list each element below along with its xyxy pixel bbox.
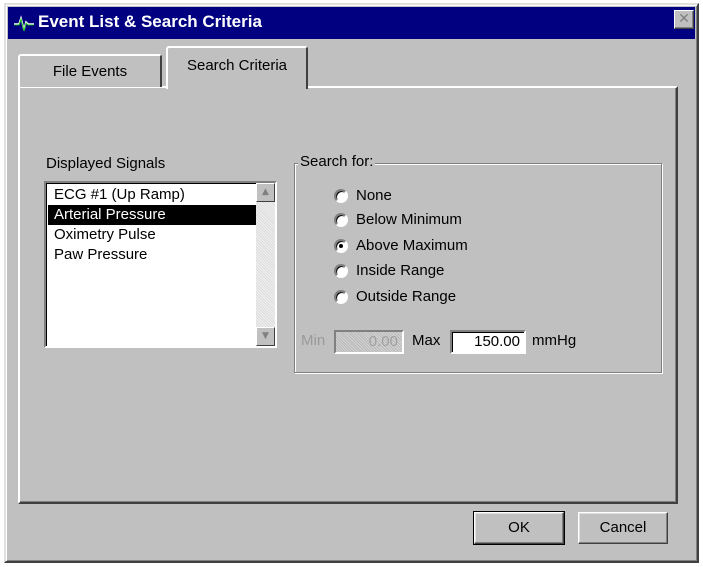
- radio-label: Inside Range: [356, 262, 445, 279]
- list-item[interactable]: Paw Pressure: [48, 245, 256, 265]
- scroll-down-arrow-icon[interactable]: ▼: [256, 327, 275, 346]
- radio-label: Above Maximum: [356, 237, 468, 254]
- close-icon: ✕: [678, 11, 690, 27]
- max-input[interactable]: 150.00: [450, 330, 526, 354]
- min-label: Min: [301, 332, 326, 349]
- radio-label: None: [356, 187, 392, 204]
- displayed-signals-label: Displayed Signals: [46, 155, 166, 172]
- tab-label: Search Criteria: [186, 57, 288, 74]
- tab-file-events[interactable]: File Events: [18, 54, 162, 87]
- radio-button[interactable]: [334, 264, 348, 278]
- scroll-up-arrow-icon[interactable]: ▲: [256, 183, 275, 202]
- displayed-signals-listbox[interactable]: ECG #1 (Up Ramp) Arterial Pressure Oxime…: [44, 181, 277, 348]
- close-button[interactable]: ✕: [674, 10, 694, 29]
- radio-label: Outside Range: [356, 288, 457, 305]
- window-title: Event List & Search Criteria: [38, 12, 262, 31]
- radio-label: Below Minimum: [356, 211, 462, 228]
- ok-button[interactable]: OK: [473, 511, 565, 545]
- waveform-icon: [14, 14, 34, 32]
- radio-button-checked[interactable]: [334, 239, 348, 253]
- list-item-selected[interactable]: Arterial Pressure: [48, 205, 256, 225]
- radio-button[interactable]: [334, 189, 348, 203]
- search-for-legend: Search for:: [298, 153, 376, 170]
- min-input-disabled: 0.00: [334, 330, 404, 354]
- max-label: Max: [412, 332, 441, 349]
- tab-search-criteria[interactable]: Search Criteria: [166, 46, 308, 89]
- title-bar[interactable]: Event List & Search Criteria: [8, 7, 695, 39]
- tab-label: File Events: [52, 63, 128, 80]
- signal-list: ECG #1 (Up Ramp) Arterial Pressure Oxime…: [48, 185, 256, 265]
- vertical-scrollbar[interactable]: ▲ ▼: [256, 183, 275, 346]
- radio-button[interactable]: [334, 213, 348, 227]
- list-item[interactable]: Oximetry Pulse: [48, 225, 256, 245]
- radio-button[interactable]: [334, 290, 348, 304]
- unit-label: mmHg: [532, 332, 577, 349]
- cancel-button[interactable]: Cancel: [578, 512, 668, 544]
- list-item[interactable]: ECG #1 (Up Ramp): [48, 185, 256, 205]
